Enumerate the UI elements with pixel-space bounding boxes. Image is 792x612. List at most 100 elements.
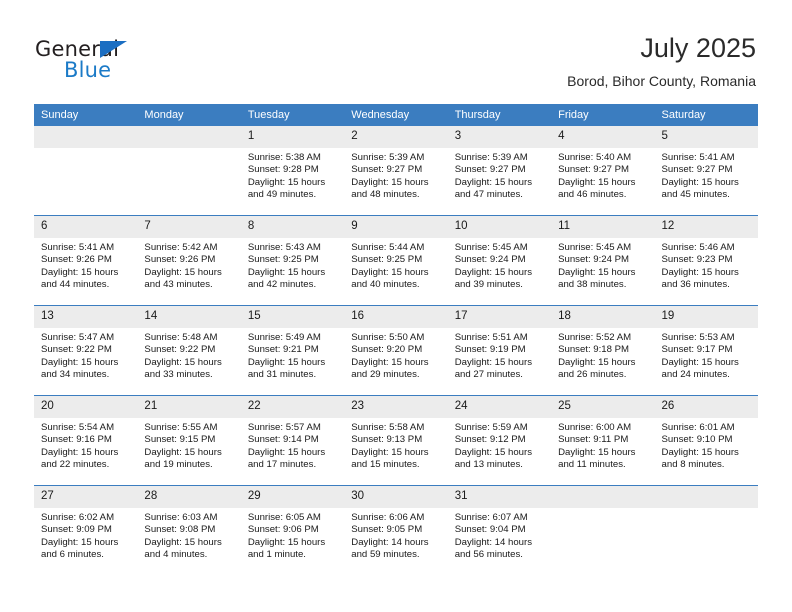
sunrise-text: Sunrise: 5:48 AM [144, 332, 218, 343]
calendar-day-cell[interactable]: 11 Sunrise: 5:45 AM Sunset: 9:24 PM Dayligh… [551, 216, 655, 306]
day-details: Sunrise: 5:40 AM Sunset: 9:27 PM Daylight:… [551, 148, 654, 201]
calendar-day-cell[interactable]: 29 Sunrise: 6:05 AM Sunset: 9:06 PM Dayligh… [240, 486, 345, 576]
calendar-day-cell[interactable]: 15 Sunrise: 5:49 AM Sunset: 9:21 PM Dayligh… [240, 306, 345, 396]
day-details: Sunrise: 5:48 AM Sunset: 9:22 PM Daylight:… [137, 328, 240, 381]
sunrise-text: Sunrise: 5:40 AM [558, 152, 632, 163]
daylight-text-line1: Daylight: 15 hours [247, 356, 326, 368]
calendar-day-cell[interactable]: 17 Sunrise: 5:51 AM Sunset: 9:19 PM Dayligh… [447, 306, 552, 396]
sunrise-text: Sunrise: 6:00 AM [558, 422, 632, 433]
day-details: Sunrise: 5:50 AM Sunset: 9:20 PM Daylight:… [344, 328, 447, 381]
day-number: 12 [654, 216, 758, 238]
calendar-day-cell[interactable]: 14 Sunrise: 5:48 AM Sunset: 9:22 PM Dayligh… [137, 306, 241, 396]
calendar-day-cell[interactable]: 1 Sunrise: 5:38 AM Sunset: 9:28 PM Daylight… [240, 126, 345, 216]
daylight-text-line2: and 40 minutes. [351, 279, 420, 291]
day-number: 11 [551, 216, 655, 238]
weekday-header-thursday: Thursday [447, 104, 552, 126]
day-details: Sunrise: 6:06 AM Sunset: 9:05 PM Daylight:… [344, 508, 447, 561]
sunset-text: Sunset: 9:06 PM [247, 524, 319, 536]
sunset-text: Sunset: 9:27 PM [351, 164, 423, 176]
calendar-table: Sunday Monday Tuesday Wednesday Thursday… [34, 104, 758, 575]
daylight-text-line1: Daylight: 15 hours [661, 176, 739, 188]
general-blue-logo[interactable]: General Blue [35, 38, 215, 84]
daylight-text-line2: and 27 minutes. [454, 369, 523, 381]
daylight-text-line1: Daylight: 15 hours [454, 356, 533, 368]
calendar-day-cell[interactable]: 30 Sunrise: 6:06 AM Sunset: 9:05 PM Dayligh… [344, 486, 448, 576]
calendar-day-cell[interactable]: 24 Sunrise: 5:59 AM Sunset: 9:12 PM Dayligh… [447, 396, 552, 486]
calendar-day-cell[interactable]: 20 Sunrise: 5:54 AM Sunset: 9:16 PM Dayligh… [34, 396, 138, 486]
daylight-text-line2: and 42 minutes. [247, 279, 317, 291]
sunset-text: Sunset: 9:23 PM [661, 254, 733, 266]
calendar-day-cell[interactable]: 23 Sunrise: 5:58 AM Sunset: 9:13 PM Dayligh… [344, 396, 448, 486]
calendar-day-cell[interactable]: 31 Sunrise: 6:07 AM Sunset: 9:04 PM Dayligh… [447, 486, 552, 576]
calendar-day-cell[interactable]: 5 Sunrise: 5:41 AM Sunset: 9:27 PM Daylight… [654, 126, 758, 216]
sunset-text: Sunset: 9:16 PM [41, 434, 112, 446]
day-details: Sunrise: 5:54 AM Sunset: 9:16 PM Daylight:… [34, 418, 137, 471]
calendar-page: General Blue July 2025 Borod, Bihor Coun… [0, 0, 792, 612]
calendar-day-cell[interactable]: 4 Sunrise: 5:40 AM Sunset: 9:27 PM Daylight… [551, 126, 655, 216]
sunrise-text: Sunrise: 5:39 AM [454, 152, 528, 163]
calendar-day-cell[interactable]: 6 Sunrise: 5:41 AM Sunset: 9:26 PM Daylight… [34, 216, 138, 306]
sunset-text: Sunset: 9:22 PM [41, 344, 112, 356]
day-number: 8 [240, 216, 345, 238]
sunrise-text: Sunrise: 5:59 AM [454, 422, 528, 433]
day-details: Sunrise: 5:53 AM Sunset: 9:17 PM Daylight:… [655, 328, 758, 381]
calendar-day-cell[interactable]: 16 Sunrise: 5:50 AM Sunset: 9:20 PM Dayligh… [344, 306, 448, 396]
sunrise-text: Sunrise: 6:05 AM [247, 512, 321, 523]
sunrise-text: Sunrise: 6:07 AM [454, 512, 528, 523]
calendar-day-cell[interactable]: 22 Sunrise: 5:57 AM Sunset: 9:14 PM Dayligh… [240, 396, 345, 486]
calendar-day-cell[interactable]: 25 Sunrise: 6:00 AM Sunset: 9:11 PM Dayligh… [551, 396, 655, 486]
page-title: July 2025 [640, 33, 756, 63]
day-number: 9 [344, 216, 448, 238]
day-number [34, 126, 138, 148]
daylight-text-line1: Daylight: 15 hours [351, 446, 429, 458]
daylight-text-line1: Daylight: 15 hours [661, 266, 739, 278]
page-subtitle: Borod, Bihor County, Romania [567, 73, 756, 89]
day-number: 1 [240, 126, 345, 148]
day-number: 24 [447, 396, 552, 418]
daylight-text-line2: and 48 minutes. [351, 189, 420, 201]
day-number: 7 [137, 216, 241, 238]
calendar-day-cell[interactable]: 9 Sunrise: 5:44 AM Sunset: 9:25 PM Daylight… [344, 216, 448, 306]
calendar-day-cell[interactable]: 10 Sunrise: 5:45 AM Sunset: 9:24 PM Dayligh… [447, 216, 552, 306]
calendar-day-cell[interactable]: 7 Sunrise: 5:42 AM Sunset: 9:26 PM Daylight… [137, 216, 241, 306]
day-details: Sunrise: 5:49 AM Sunset: 9:21 PM Daylight:… [241, 328, 344, 381]
calendar-day-cell[interactable]: 27 Sunrise: 6:02 AM Sunset: 9:09 PM Dayligh… [34, 486, 138, 576]
sunset-text: Sunset: 9:27 PM [661, 164, 733, 176]
day-number: 16 [344, 306, 448, 328]
daylight-text-line2: and 39 minutes. [454, 279, 523, 291]
day-number: 29 [240, 486, 345, 508]
calendar-week-row: 6 Sunrise: 5:41 AM Sunset: 9:26 PM Daylight… [34, 215, 758, 306]
daylight-text-line2: and 46 minutes. [558, 189, 627, 201]
sunrise-text: Sunrise: 5:51 AM [454, 332, 528, 343]
blue-triangle-icon [100, 41, 127, 58]
day-number: 21 [137, 396, 241, 418]
daylight-text-line1: Daylight: 15 hours [661, 356, 739, 368]
calendar-day-cell[interactable]: 18 Sunrise: 5:52 AM Sunset: 9:18 PM Dayligh… [551, 306, 655, 396]
calendar-day-cell[interactable]: 13 Sunrise: 5:47 AM Sunset: 9:22 PM Dayligh… [34, 306, 138, 396]
day-details: Sunrise: 5:58 AM Sunset: 9:13 PM Daylight:… [344, 418, 447, 471]
calendar-day-cell[interactable]: 2 Sunrise: 5:39 AM Sunset: 9:27 PM Daylight… [344, 126, 448, 216]
daylight-text-line1: Daylight: 15 hours [41, 536, 119, 548]
daylight-text-line1: Daylight: 15 hours [144, 356, 222, 368]
day-details: Sunrise: 6:01 AM Sunset: 9:10 PM Daylight:… [655, 418, 758, 471]
sunset-text: Sunset: 9:09 PM [41, 524, 112, 536]
sunrise-text: Sunrise: 5:44 AM [351, 242, 425, 253]
calendar-day-cell[interactable]: 19 Sunrise: 5:53 AM Sunset: 9:17 PM Dayligh… [654, 306, 758, 396]
sunset-text: Sunset: 9:20 PM [351, 344, 423, 356]
calendar-day-cell[interactable]: 8 Sunrise: 5:43 AM Sunset: 9:25 PM Daylight… [240, 216, 345, 306]
daylight-text-line2: and 59 minutes. [351, 549, 420, 561]
sunrise-text: Sunrise: 6:06 AM [351, 512, 425, 523]
daylight-text-line1: Daylight: 15 hours [41, 266, 119, 278]
calendar-day-cell[interactable]: 26 Sunrise: 6:01 AM Sunset: 9:10 PM Dayligh… [654, 396, 758, 486]
calendar-day-cell[interactable]: 3 Sunrise: 5:39 AM Sunset: 9:27 PM Daylight… [447, 126, 552, 216]
day-details: Sunrise: 5:52 AM Sunset: 9:18 PM Daylight:… [551, 328, 654, 381]
calendar-day-cell[interactable]: 28 Sunrise: 6:03 AM Sunset: 9:08 PM Dayligh… [137, 486, 241, 576]
calendar-day-cell[interactable]: 12 Sunrise: 5:46 AM Sunset: 9:23 PM Dayligh… [654, 216, 758, 306]
calendar-day-cell[interactable]: 21 Sunrise: 5:55 AM Sunset: 9:15 PM Dayligh… [137, 396, 241, 486]
day-details: Sunrise: 5:45 AM Sunset: 9:24 PM Daylight:… [448, 238, 551, 291]
daylight-text-line1: Daylight: 15 hours [247, 446, 326, 458]
day-number: 28 [137, 486, 241, 508]
day-details: Sunrise: 6:00 AM Sunset: 9:11 PM Daylight:… [551, 418, 654, 471]
sunset-text: Sunset: 9:28 PM [247, 164, 319, 176]
daylight-text-line1: Daylight: 15 hours [558, 356, 636, 368]
